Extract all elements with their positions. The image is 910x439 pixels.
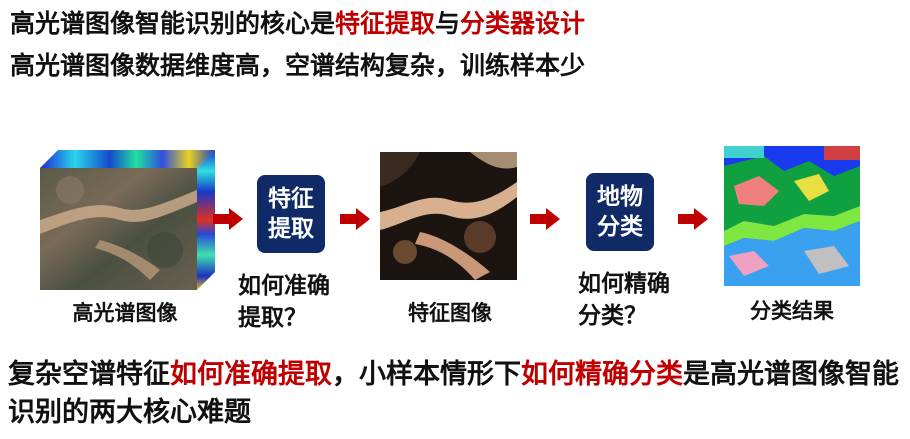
title-text: 高光谱图像智能识别的核心是 bbox=[10, 9, 336, 38]
conclusion-highlight-classification: 如何精确分类 bbox=[521, 359, 683, 390]
arrow-right-icon bbox=[213, 208, 243, 230]
classification-result-map bbox=[724, 146, 860, 286]
question-line: 提取？ bbox=[238, 305, 307, 331]
conclusion-segment: ，小样本情形下 bbox=[332, 359, 521, 390]
feature-image bbox=[380, 152, 517, 280]
classification-box: 地物 分类 bbox=[586, 173, 654, 251]
title-highlight-classifier: 分类器设计 bbox=[460, 9, 586, 38]
conclusion-highlight-extraction: 如何准确提取 bbox=[170, 359, 332, 390]
question-extraction: 如何准确 提取？ bbox=[238, 270, 330, 334]
question-line: 如何准确 bbox=[238, 273, 330, 299]
result-caption: 分类结果 bbox=[750, 299, 834, 323]
conclusion-text: 复杂空谱特征如何准确提取，小样本情形下如何精确分类是高光谱图像智能识别的两大核心… bbox=[8, 356, 903, 432]
cube-caption: 高光谱图像 bbox=[72, 301, 178, 325]
title-connector: 与 bbox=[435, 9, 461, 38]
feature-extraction-box: 特征 提取 bbox=[257, 175, 325, 253]
title-highlight-feature: 特征提取 bbox=[335, 9, 436, 38]
question-line: 如何精确 bbox=[578, 271, 670, 297]
arrow-right-icon bbox=[678, 208, 708, 230]
arrow-right-icon bbox=[340, 208, 370, 230]
box-label-line: 特征 bbox=[268, 186, 314, 212]
title-line-1: 高光谱图像智能识别的核心是特征提取与分类器设计 bbox=[10, 4, 585, 40]
arrow-right-icon bbox=[530, 208, 560, 230]
question-line: 分类？ bbox=[578, 303, 647, 329]
conclusion-segment: 复杂空谱特征 bbox=[8, 359, 170, 390]
box-label-line: 提取 bbox=[268, 216, 314, 242]
subtitle-line-2: 高光谱图像数据维度高，空谱结构复杂，训练样本少 bbox=[10, 51, 586, 80]
box-label-line: 分类 bbox=[597, 214, 643, 240]
question-classification: 如何精确 分类？ bbox=[578, 268, 670, 332]
feature-caption: 特征图像 bbox=[408, 301, 492, 325]
box-label-line: 地物 bbox=[597, 184, 643, 210]
hyperspectral-cube-image bbox=[40, 150, 215, 290]
